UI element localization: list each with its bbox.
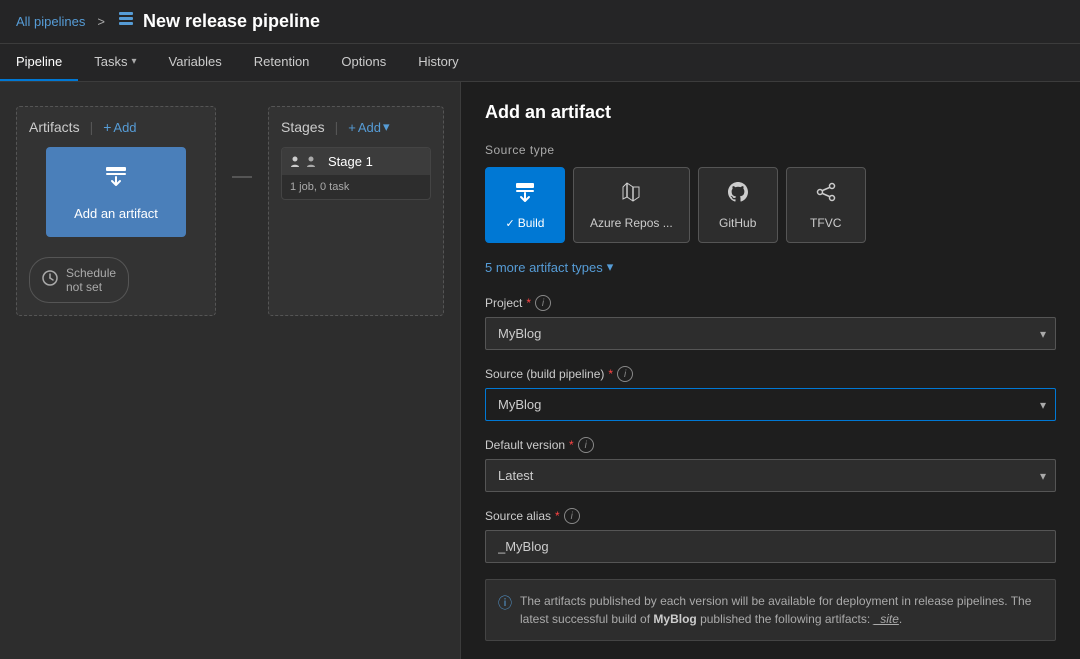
tab-variables[interactable]: Variables [153,43,238,81]
tasks-chevron-icon: ▾ [132,56,137,67]
artifact-panel: Add an artifact Source type ✓ [460,82,1080,659]
pipeline-title: New release pipeline [143,11,320,32]
stages-separator: | [335,119,339,135]
source-type-row: ✓ Build Azure Repos ... [485,167,1056,243]
stages-box: Stages | + Add ▾ [268,106,444,316]
default-version-required-star: * [569,438,574,452]
artifacts-add-link[interactable]: + Add [103,119,136,135]
source-alias-info-icon[interactable]: i [564,508,580,524]
main-content: Artifacts | + Add [0,82,1080,659]
info-box: ⓘ The artifacts published by each versio… [485,579,1056,641]
default-version-info-icon[interactable]: i [578,437,594,453]
source-alias-group: Source alias * i [485,508,1056,563]
tfvc-label: TFVC [810,216,841,230]
source-type-azure-repos[interactable]: Azure Repos ... [573,167,690,243]
info-box-text: The artifacts published by each version … [520,592,1043,628]
source-group: Source (build pipeline) * i MyBlog ▾ [485,366,1056,421]
stages-chevron-icon: ▾ [383,119,390,135]
stages-header: Stages | + Add ▾ [281,119,431,135]
canvas-panel: Artifacts | + Add [0,82,460,659]
artifacts-label: Artifacts [29,119,80,135]
artifacts-separator: | [90,119,94,135]
stage-card-top: Stage 1 [282,148,430,175]
source-alias-required-star: * [555,509,560,523]
schedule-text: Schedule not set [66,266,116,294]
project-select-wrapper: MyBlog ▾ [485,317,1056,350]
stages-label: Stages [281,119,325,135]
tab-tasks[interactable]: Tasks ▾ [78,43,152,81]
source-type-group: Source type ✓ Build [485,143,1056,275]
stages-add-link[interactable]: + Add ▾ [348,119,389,135]
artifacts-header: Artifacts | + Add [29,119,203,135]
source-type-tfvc[interactable]: TFVC [786,167,866,243]
project-select[interactable]: MyBlog [485,317,1056,350]
artifacts-plus-icon: + [103,119,111,135]
source-alias-input[interactable] [485,530,1056,563]
project-group: Project * i MyBlog ▾ [485,295,1056,350]
artifact-card-label: Add an artifact [74,206,158,221]
source-type-label: Source type [485,143,1056,157]
default-version-select[interactable]: Latest Specific version Latest from spec… [485,459,1056,492]
tab-pipeline[interactable]: Pipeline [0,43,78,81]
project-label: Project * i [485,295,1056,311]
source-select-wrapper: MyBlog ▾ [485,388,1056,421]
more-types-link[interactable]: 5 more artifact types ▾ [485,259,1056,275]
stage-meta: 1 job, 0 task [282,175,430,199]
pipeline-icon [117,10,135,33]
project-required-star: * [526,296,531,310]
breadcrumb-all-link[interactable]: All pipelines [16,14,85,29]
project-info-icon[interactable]: i [535,295,551,311]
schedule-icon [42,270,58,291]
artifacts-box: Artifacts | + Add [16,106,216,316]
artifact-card-icon [102,163,130,198]
panel-title: Add an artifact [485,102,1056,123]
stages-plus-icon: + [348,120,356,135]
connector-line [232,176,252,178]
source-type-github[interactable]: GitHub [698,167,778,243]
azure-repos-icon [619,180,643,210]
github-icon [726,180,750,210]
source-required-star: * [608,367,613,381]
info-box-icon: ⓘ [498,593,512,628]
source-type-build[interactable]: ✓ Build [485,167,565,243]
more-types-chevron-icon: ▾ [607,259,614,275]
source-label: Source (build pipeline) * i [485,366,1056,382]
tab-history[interactable]: History [402,43,474,81]
source-select[interactable]: MyBlog [485,388,1056,421]
source-alias-label: Source alias * i [485,508,1056,524]
tfvc-icon [814,180,838,210]
source-info-icon[interactable]: i [617,366,633,382]
azure-repos-label: Azure Repos ... [590,216,673,230]
build-label: Build [518,216,545,230]
default-version-label: Default version * i [485,437,1056,453]
connector-area [232,106,252,316]
more-types-label: 5 more artifact types [485,260,603,275]
github-label: GitHub [719,216,756,230]
stage-persons-icon [290,155,320,169]
schedule-box[interactable]: Schedule not set [29,257,129,303]
default-version-select-wrapper: Latest Specific version Latest from spec… [485,459,1056,492]
canvas-row: Artifacts | + Add [16,106,444,316]
tab-retention[interactable]: Retention [238,43,326,81]
build-icon [513,180,537,210]
stage-card[interactable]: Stage 1 1 job, 0 task [281,147,431,200]
stage-name: Stage 1 [328,154,373,169]
default-version-group: Default version * i Latest Specific vers… [485,437,1056,492]
breadcrumb-separator: > [97,14,105,29]
header: All pipelines > New release pipeline [0,0,1080,44]
navbar: Pipeline Tasks ▾ Variables Retention Opt… [0,44,1080,82]
tab-options[interactable]: Options [325,43,402,81]
artifact-card[interactable]: Add an artifact [46,147,186,237]
